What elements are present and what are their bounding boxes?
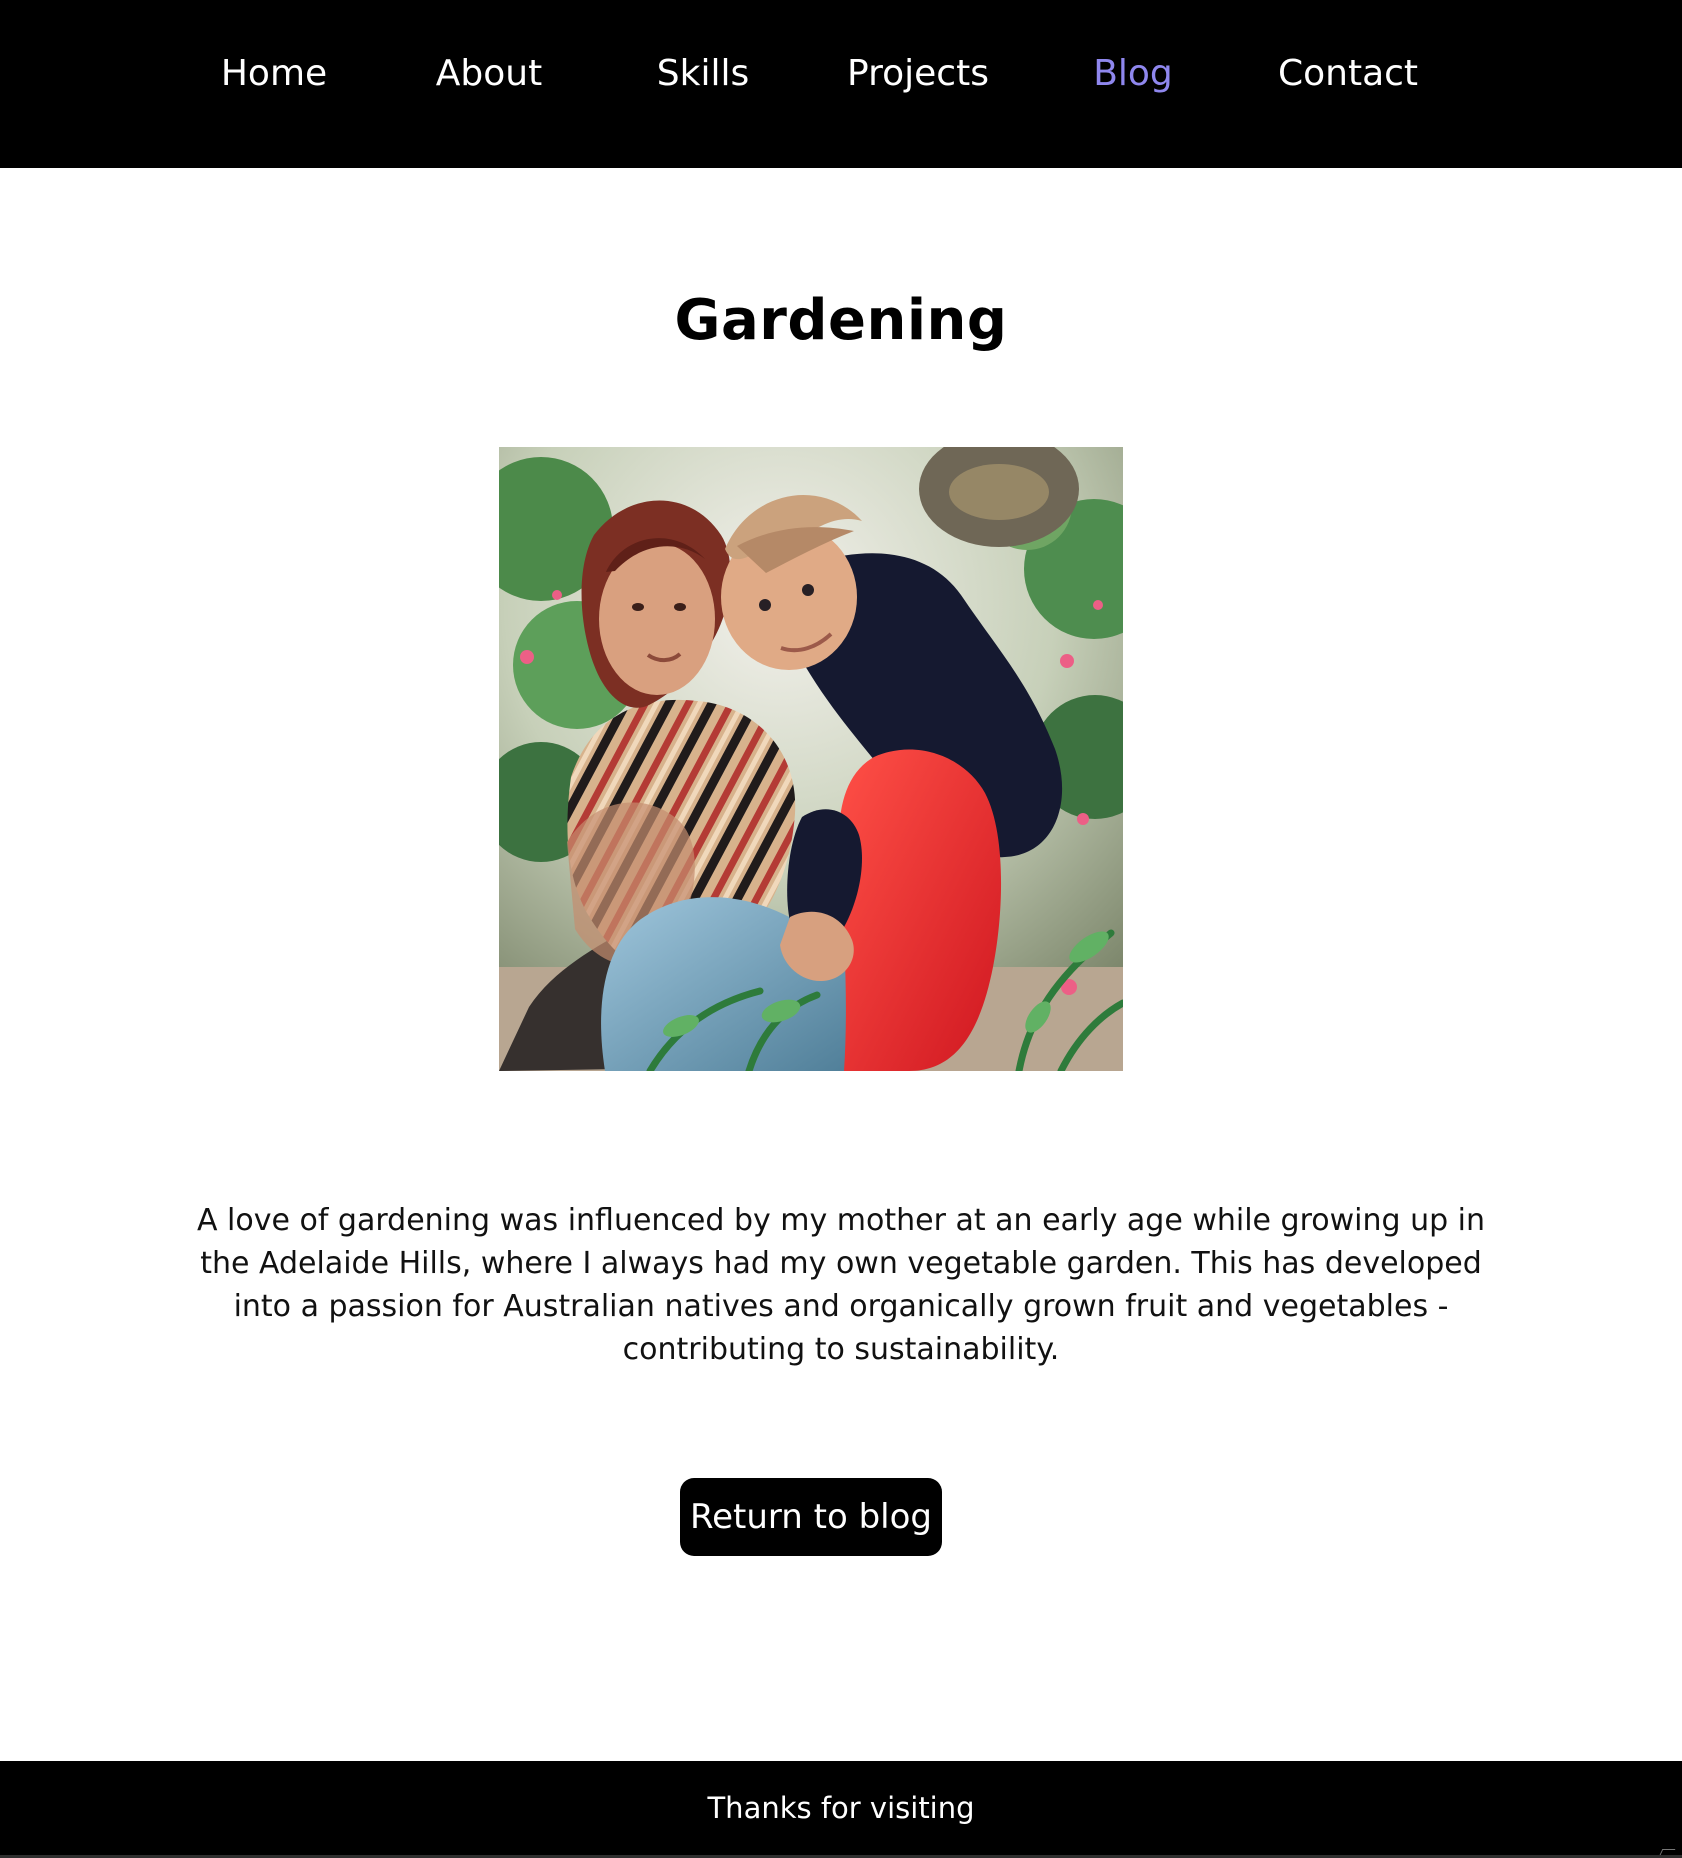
nav-contact-link[interactable]: Contact: [1278, 48, 1418, 100]
nav-about-link[interactable]: About: [436, 48, 542, 100]
gardening-photo-illustration: [499, 447, 1123, 1071]
nav-projects-link[interactable]: Projects: [847, 48, 989, 100]
footer: Thanks for visiting: [0, 1761, 1682, 1858]
nav-blog-link[interactable]: Blog: [1093, 48, 1173, 100]
nav-skills-link[interactable]: Skills: [657, 48, 749, 100]
return-to-blog-button[interactable]: Return to blog: [680, 1478, 942, 1556]
nav-home-link[interactable]: Home: [221, 48, 327, 100]
page-title: Gardening: [674, 288, 1008, 353]
resize-corner-icon: [1659, 1849, 1676, 1855]
gardening-photo: [499, 447, 1123, 1071]
top-navigation: Home About Skills Projects Blog Contact: [0, 0, 1682, 168]
footer-message: Thanks for visiting: [707, 1791, 975, 1825]
gardening-description: A love of gardening was influenced by my…: [196, 1203, 1486, 1367]
